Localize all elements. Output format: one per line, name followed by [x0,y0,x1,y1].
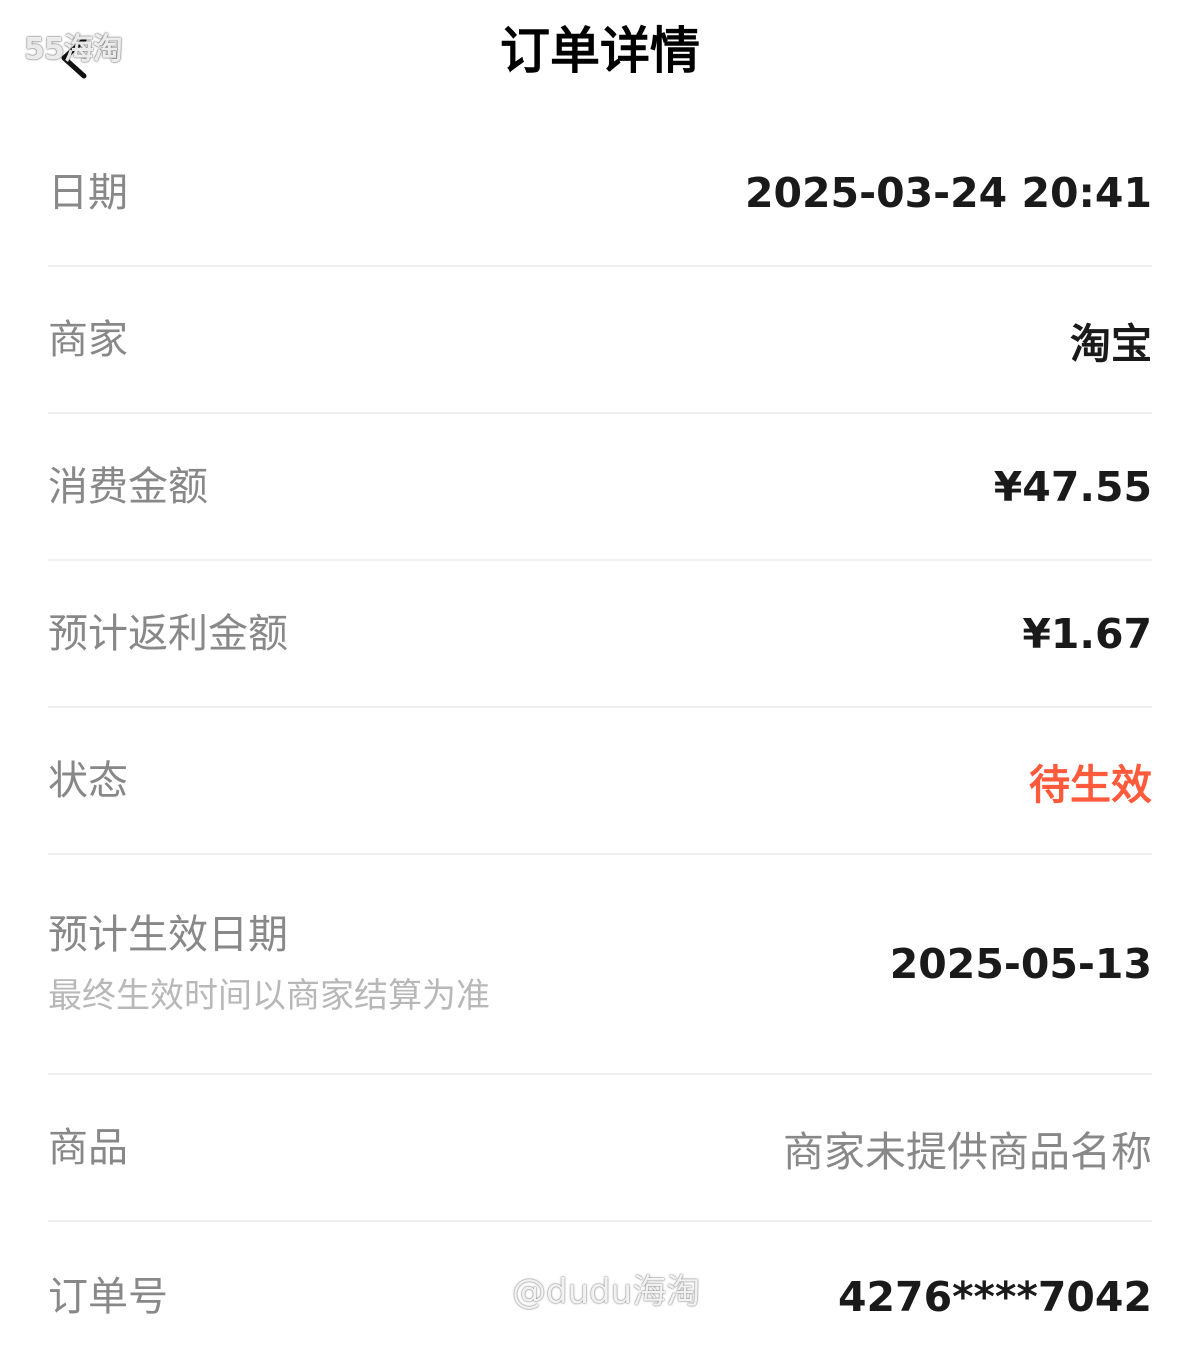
merchant-label: 商家 [48,316,128,363]
status-label: 状态 [48,757,128,804]
effective-date-note: 最终生效时间以商家结算为准 [48,976,490,1016]
row-product: 商品 商家未提供商品名称 [48,1075,1152,1222]
amount-label: 消费金额 [48,463,208,510]
date-value: 2025-03-24 20:41 [744,168,1152,217]
order-detail-list: 日期 2025-03-24 20:41 商家 淘宝 消费金额 ¥47.55 预计… [48,120,1152,1372]
row-merchant: 商家 淘宝 [48,267,1152,414]
order-number-value: 4276****7042 [838,1273,1152,1321]
row-effective-date: 预计生效日期 最终生效时间以商家结算为准 2025-05-13 [48,855,1152,1075]
effective-date-label-group: 预计生效日期 最终生效时间以商家结算为准 [48,909,490,1019]
date-label: 日期 [48,169,128,216]
rebate-value: ¥1.67 [1022,609,1152,658]
product-label: 商品 [48,1124,128,1171]
row-amount: 消费金额 ¥47.55 [48,414,1152,561]
row-rebate: 预计返利金额 ¥1.67 [48,561,1152,708]
effective-date-value: 2025-05-13 [889,940,1152,988]
row-date: 日期 2025-03-24 20:41 [48,120,1152,267]
order-number-label: 订单号 [48,1274,168,1320]
rebate-label: 预计返利金额 [48,610,288,657]
effective-date-label: 预计生效日期 [48,912,288,958]
watermark-bottom: @dudu海淘 [512,1272,701,1312]
row-status: 状态 待生效 [48,708,1152,855]
product-value: 商家未提供商品名称 [783,1127,1152,1176]
merchant-value: 淘宝 [1070,319,1152,368]
page-title: 订单详情 [500,22,700,80]
nav-bar: 55海淘 订单详情 [0,0,1200,110]
status-badge: 待生效 [1029,760,1152,809]
amount-value: ¥47.55 [993,462,1152,511]
